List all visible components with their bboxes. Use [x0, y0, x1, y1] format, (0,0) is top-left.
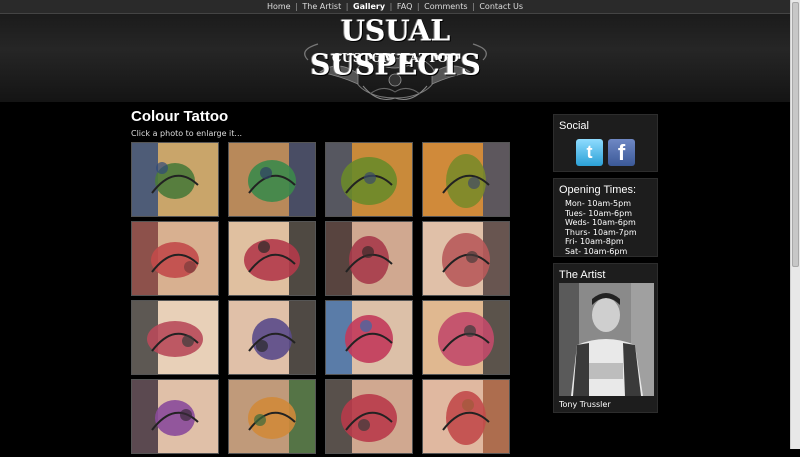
nav-home-link[interactable]: Home: [267, 2, 291, 11]
social-panel: Social t f: [553, 114, 658, 172]
gallery-photo[interactable]: [131, 379, 219, 454]
site-logo[interactable]: USUAL SUSPECTS CUSTOM TATTOO: [258, 14, 533, 102]
logo-title: USUAL SUSPECTS: [310, 13, 481, 82]
top-navigation: Home | The Artist | Gallery | FAQ | Comm…: [0, 0, 790, 14]
opening-times-line: Thurs- 10am-7pm: [565, 227, 637, 237]
nav-separator: |: [389, 2, 393, 11]
gallery-photo[interactable]: [325, 379, 413, 454]
scrollbar-thumb[interactable]: [792, 2, 799, 267]
gallery-photo[interactable]: [325, 142, 413, 217]
gallery-photo[interactable]: [422, 300, 510, 375]
opening-times-title: Opening Times:: [559, 184, 637, 196]
nav-separator: |: [416, 2, 420, 11]
page-title: Colour Tattoo: [131, 108, 229, 125]
main-content: Colour Tattoo Click a photo to enlarge i…: [131, 108, 521, 454]
gallery-photo[interactable]: [131, 142, 219, 217]
artist-panel: The Artist Tony Trussler: [553, 263, 658, 413]
opening-times-line: Fri- 10am-8pm: [565, 237, 624, 246]
opening-times-line: Tues- 10am-6pm: [565, 208, 632, 218]
twitter-icon[interactable]: t: [576, 139, 603, 166]
gallery-photo[interactable]: [325, 300, 413, 375]
nav-the-artist-link[interactable]: The Artist: [302, 2, 341, 11]
page-instruction: Click a photo to enlarge it...: [131, 129, 243, 138]
gallery-photo[interactable]: [228, 221, 316, 296]
vertical-scrollbar[interactable]: [790, 0, 800, 449]
nav-contact-us-link[interactable]: Contact Us: [479, 2, 523, 11]
nav-gallery-link[interactable]: Gallery: [353, 2, 385, 11]
opening-times-line: Sat- 10am-6pm: [565, 246, 628, 256]
gallery-photo[interactable]: [131, 300, 219, 375]
opening-times-line: Weds- 10am-6pm: [565, 218, 636, 227]
nav-faq-link[interactable]: FAQ: [397, 2, 413, 11]
gallery-photo[interactable]: [228, 300, 316, 375]
gallery-photo[interactable]: [228, 142, 316, 217]
opening-times-line: Mon- 10am-5pm: [565, 199, 632, 208]
nav-comments-link[interactable]: Comments: [424, 2, 467, 11]
gallery-photo[interactable]: [131, 221, 219, 296]
gallery-photo[interactable]: [228, 379, 316, 454]
gallery-photo[interactable]: [325, 221, 413, 296]
artist-panel-title: The Artist: [559, 269, 606, 281]
opening-times-panel: Opening Times: Mon- 10am-5pm Tues- 10am-…: [553, 178, 658, 257]
site-header: USUAL SUSPECTS CUSTOM TATTOO: [0, 14, 790, 102]
gallery-photo[interactable]: [422, 221, 510, 296]
gallery-photo[interactable]: [422, 142, 510, 217]
social-panel-title: Social: [559, 120, 589, 132]
opening-times-list: Mon- 10am-5pm Tues- 10am-6pm Weds- 10am-…: [554, 199, 657, 256]
artist-photo[interactable]: [559, 283, 654, 396]
nav-separator: |: [472, 2, 475, 11]
gallery-photo[interactable]: [422, 379, 510, 454]
artist-name: Tony Trussler: [559, 400, 611, 409]
logo-subtitle: CUSTOM TATTOO: [331, 51, 460, 65]
nav-separator: |: [295, 2, 298, 11]
nav-separator: |: [345, 2, 349, 11]
facebook-icon[interactable]: f: [608, 139, 635, 166]
